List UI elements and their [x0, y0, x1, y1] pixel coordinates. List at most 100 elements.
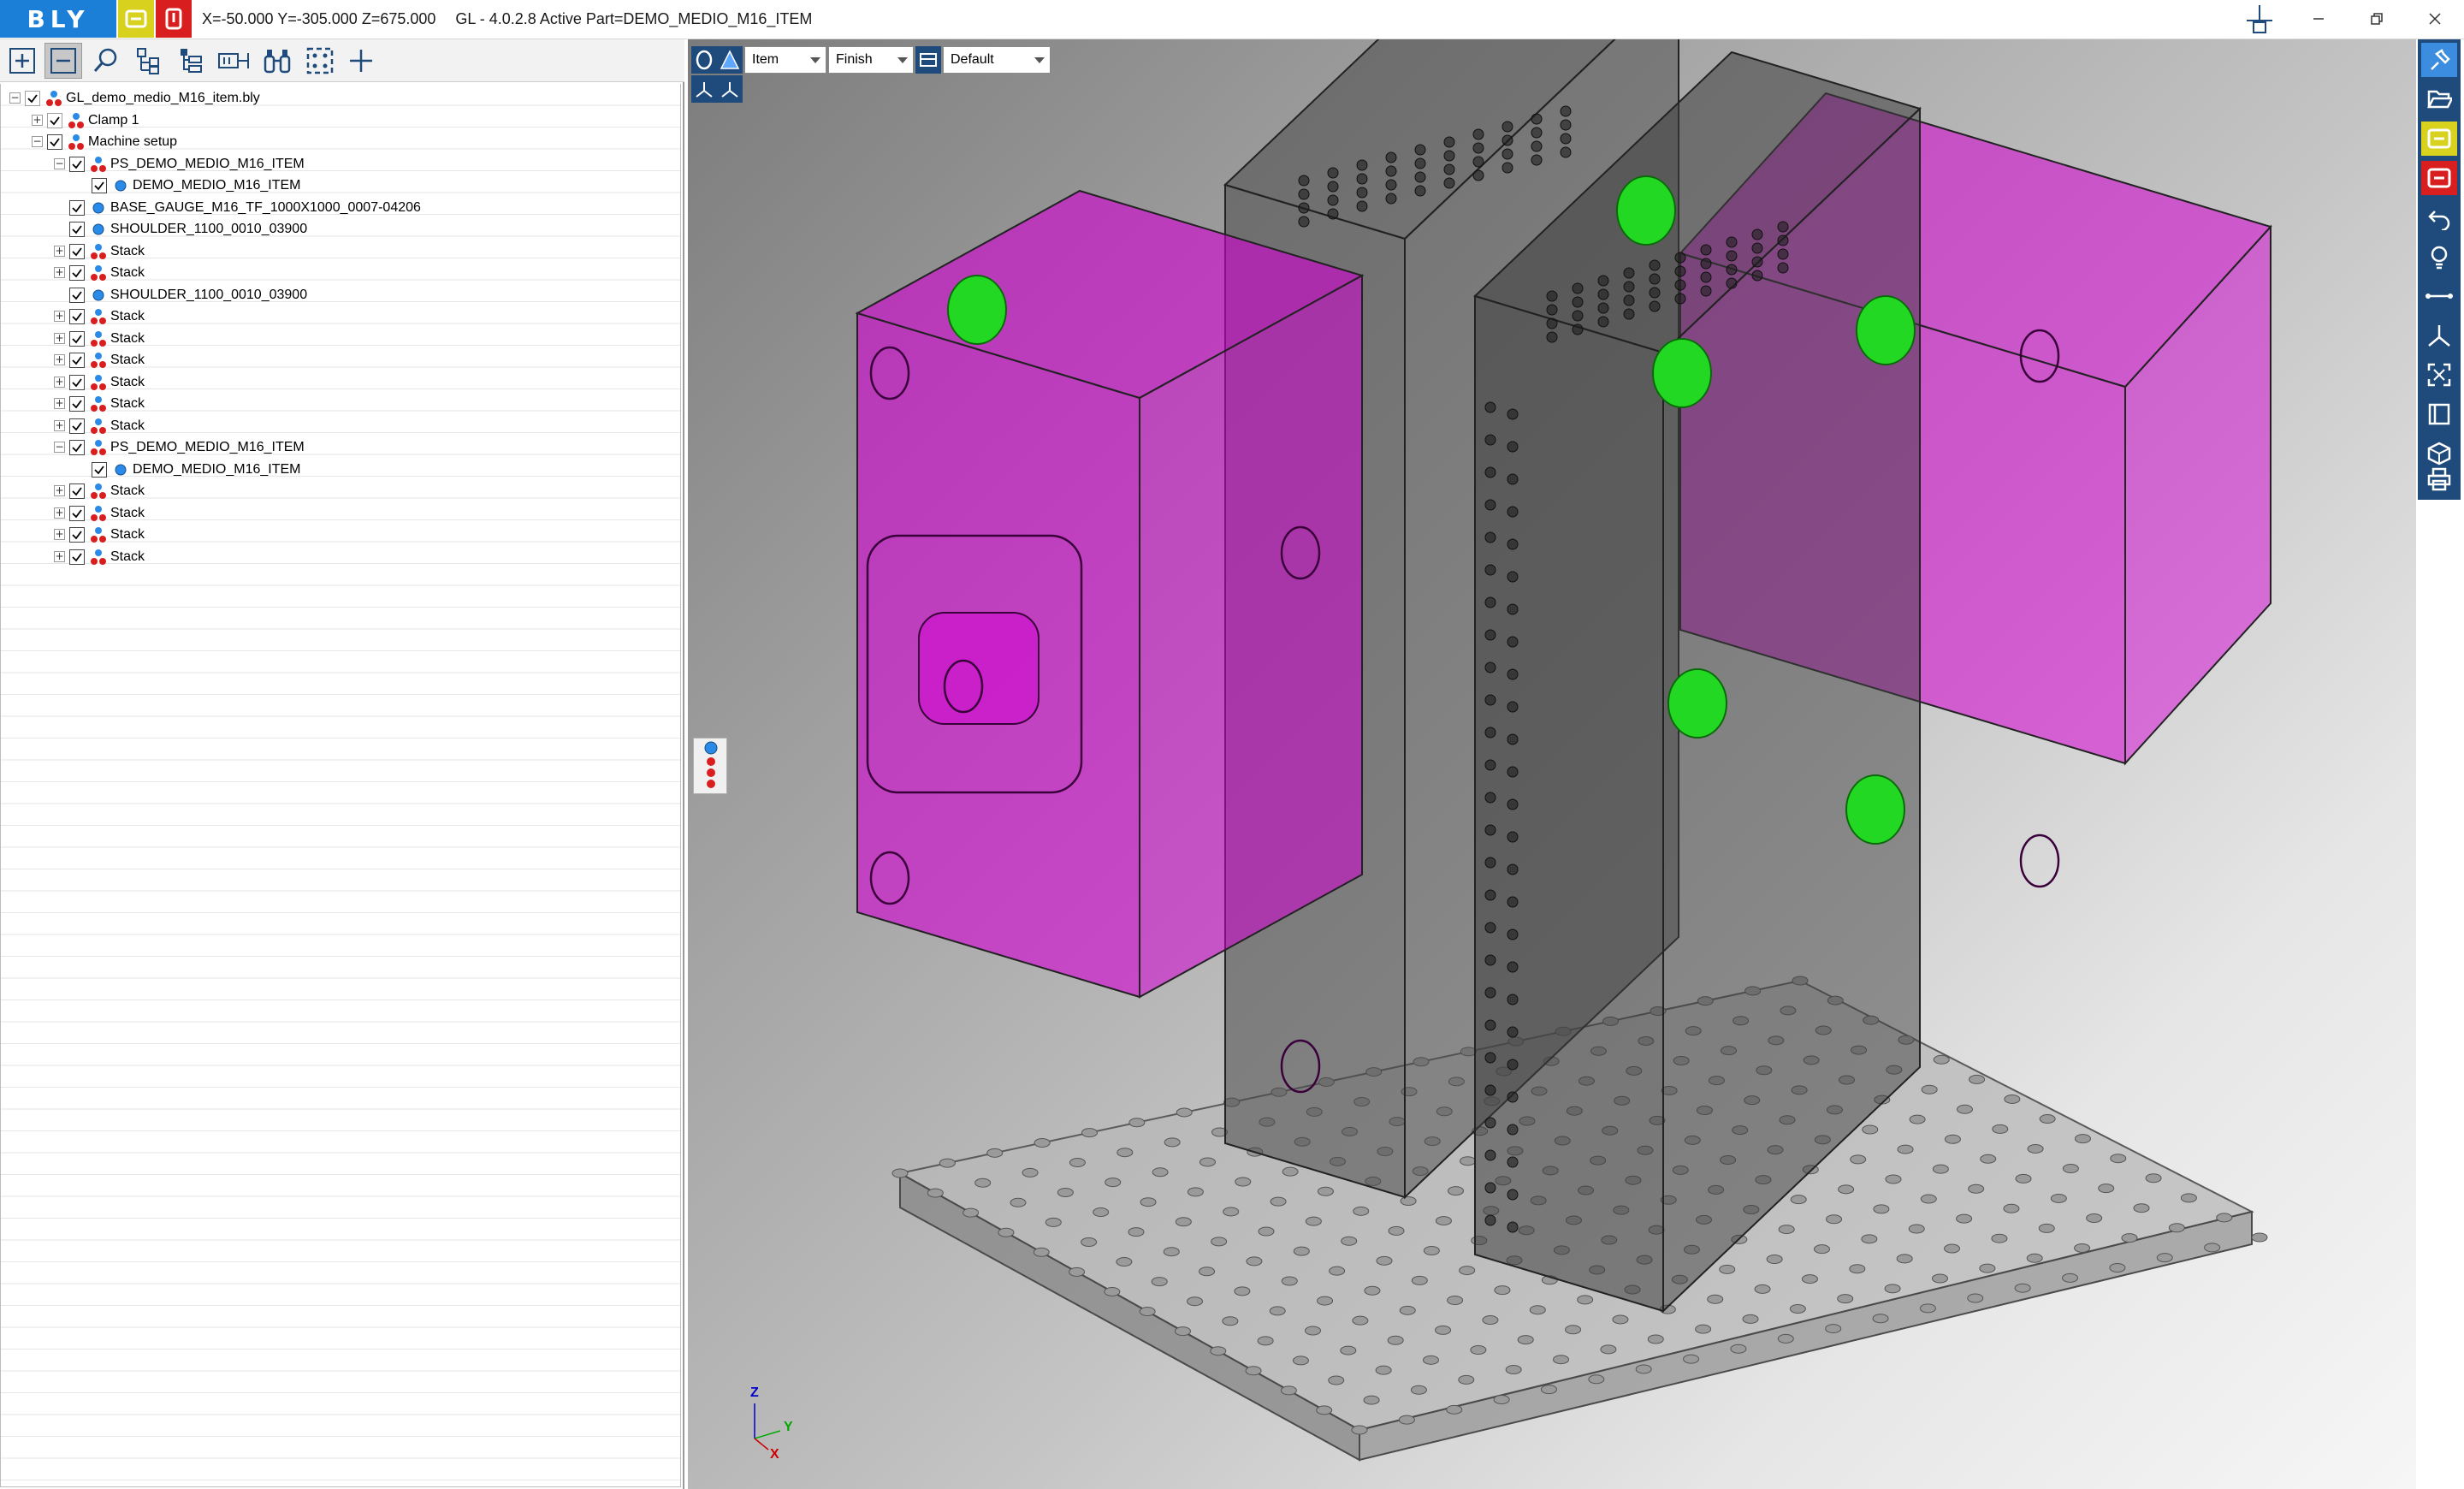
visibility-checkbox[interactable] [69, 374, 85, 390]
axes-button[interactable] [2421, 318, 2457, 353]
collapse-all-button[interactable] [44, 43, 82, 79]
search-button[interactable] [87, 43, 125, 79]
view-layout-button[interactable] [915, 46, 941, 74]
tree-row[interactable]: SHOULDER_1100_0010_03900 [1, 285, 680, 307]
visibility-checkbox[interactable] [69, 396, 85, 412]
visibility-checkbox[interactable] [69, 549, 85, 565]
visibility-checkbox[interactable] [69, 483, 85, 499]
visibility-checkbox[interactable] [69, 527, 85, 543]
tree-row[interactable]: SHOULDER_1100_0010_03900 [1, 219, 680, 241]
undo-button[interactable] [2421, 200, 2457, 234]
tree-row[interactable]: + Stack [1, 329, 680, 351]
binoculars-button[interactable] [258, 43, 296, 79]
expand-icon[interactable]: + [54, 485, 65, 496]
tree-row[interactable]: + Stack [1, 481, 680, 503]
visibility-checkbox[interactable] [47, 112, 62, 128]
collapse-icon[interactable]: − [9, 92, 21, 104]
side-panel-toggle[interactable] [693, 738, 727, 794]
3d-viewport[interactable]: Item Finish Default Z Y X [688, 39, 2416, 1489]
tree-row[interactable]: − Machine setup [1, 132, 680, 154]
axis-view-button[interactable] [691, 75, 717, 103]
tree-row[interactable]: + Stack [1, 416, 680, 438]
add-button[interactable] [342, 43, 380, 79]
expand-icon[interactable]: + [54, 376, 65, 388]
tree-row[interactable]: − GL_demo_medio_M16_item.bly [1, 88, 680, 110]
transparency-button[interactable] [717, 46, 743, 74]
tree-structure-button[interactable] [173, 43, 210, 79]
expand-icon[interactable]: + [54, 529, 65, 540]
light-bulb-button[interactable] [2421, 240, 2457, 274]
expand-all-button[interactable] [3, 43, 41, 79]
bly-red-side-button[interactable] [2421, 161, 2457, 195]
tree-row[interactable]: − PS_DEMO_MEDIO_M16_ITEM [1, 437, 680, 460]
visibility-checkbox[interactable] [69, 287, 85, 303]
visibility-checkbox[interactable] [69, 309, 85, 324]
tree-row[interactable]: + Stack [1, 306, 680, 329]
fit-view-button[interactable] [2421, 358, 2457, 392]
visibility-checkbox[interactable] [69, 243, 85, 259]
expand-icon[interactable]: + [54, 311, 65, 322]
visibility-checkbox[interactable] [69, 330, 85, 347]
tree-row[interactable]: + Stack [1, 547, 680, 569]
pin-window-button[interactable] [2242, 2, 2277, 36]
tree-row[interactable]: − PS_DEMO_MEDIO_M16_ITEM [1, 154, 680, 176]
visibility-checkbox[interactable] [92, 178, 107, 193]
expand-icon[interactable]: + [54, 419, 65, 431]
visibility-checkbox[interactable] [69, 156, 85, 172]
pin-button[interactable] [2421, 43, 2457, 77]
visibility-checkbox[interactable] [92, 461, 107, 478]
visibility-checkbox[interactable] [69, 505, 85, 521]
tree-row[interactable]: + Clamp 1 [1, 110, 680, 133]
measure-button[interactable] [2421, 279, 2457, 313]
open-folder-button[interactable] [2421, 82, 2457, 116]
expand-icon[interactable]: + [54, 354, 65, 365]
restore-button[interactable] [2348, 0, 2406, 38]
tree-row[interactable]: + Stack [1, 503, 680, 525]
gauge-button[interactable] [216, 43, 253, 79]
bly-yellow-button[interactable] [118, 0, 154, 38]
visibility-checkbox[interactable] [69, 265, 85, 281]
select-frame-button[interactable] [301, 43, 339, 79]
expand-icon[interactable]: + [54, 507, 65, 519]
expand-icon[interactable]: + [54, 245, 65, 257]
expand-icon[interactable]: + [54, 398, 65, 409]
minimize-button[interactable] [2289, 0, 2348, 38]
expand-icon[interactable]: + [54, 267, 65, 278]
expand-icon[interactable]: + [54, 332, 65, 344]
collapse-icon[interactable]: − [54, 157, 65, 169]
model-scene[interactable] [688, 39, 2416, 1489]
clip-view-button[interactable] [2421, 397, 2457, 431]
visibility-checkbox[interactable] [25, 91, 40, 106]
shaded-mode-button[interactable] [691, 46, 717, 74]
expand-icon[interactable]: + [54, 550, 65, 562]
collapse-icon[interactable]: − [32, 136, 43, 147]
tombstone-hole [1507, 1124, 1519, 1136]
visibility-checkbox[interactable] [47, 134, 62, 150]
view-select[interactable]: Default [943, 46, 1051, 74]
tree-row[interactable]: BASE_GAUGE_M16_TF_1000X1000_0007-04206 [1, 198, 680, 220]
tree-row[interactable]: DEMO_MEDIO_M16_ITEM [1, 175, 680, 198]
tree-row[interactable]: + Stack [1, 525, 680, 547]
tree-row[interactable]: + Stack [1, 394, 680, 416]
tree-row[interactable]: + Stack [1, 241, 680, 264]
tree-row[interactable]: + Stack [1, 350, 680, 372]
tree-row[interactable]: DEMO_MEDIO_M16_ITEM [1, 460, 680, 482]
bly-yellow-side-button[interactable] [2421, 122, 2457, 156]
visibility-checkbox[interactable] [69, 353, 85, 368]
tree-row[interactable]: + Stack [1, 372, 680, 394]
visibility-checkbox[interactable] [69, 199, 85, 216]
quality-select[interactable]: Finish [828, 46, 914, 74]
tree-row[interactable]: + Stack [1, 263, 680, 285]
visibility-checkbox[interactable] [69, 222, 85, 237]
print-button[interactable] [2421, 462, 2457, 496]
collapse-icon[interactable]: − [54, 442, 65, 453]
expand-icon[interactable]: + [32, 114, 43, 126]
app-logo[interactable]: BLY [0, 0, 116, 38]
visibility-checkbox[interactable] [69, 440, 85, 455]
hierarchy-button[interactable] [130, 43, 168, 79]
axis-view-alt-button[interactable] [717, 75, 743, 103]
visibility-checkbox[interactable] [69, 418, 85, 434]
bly-red-button[interactable] [156, 0, 192, 38]
mode-select[interactable]: Item [744, 46, 826, 74]
close-button[interactable] [2406, 0, 2464, 38]
